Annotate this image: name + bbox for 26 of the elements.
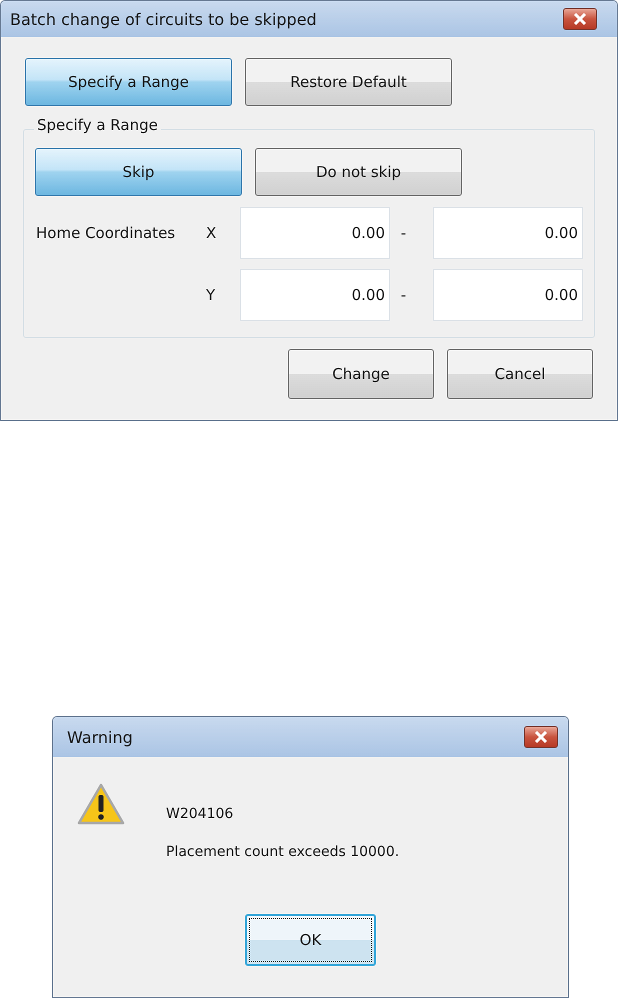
range-separator: - [400, 286, 408, 304]
dialog-button[interactable]: Do not skip [255, 148, 462, 196]
axis-label: Y [206, 286, 216, 304]
field-label: Home Coordinates [36, 224, 176, 242]
window-title: Batch change of circuits to be skipped [10, 10, 317, 28]
message-code: W204106 [166, 806, 234, 822]
dialog-button[interactable]: OK [245, 914, 376, 966]
window-title: Warning [67, 728, 133, 746]
dialog-button[interactable]: Cancel [447, 349, 593, 399]
close-button[interactable] [563, 8, 597, 30]
close-icon [534, 731, 548, 743]
input-field[interactable]: 0.00 [240, 269, 390, 321]
range-separator: - [400, 224, 408, 242]
input-field[interactable]: 0.00 [433, 269, 583, 321]
axis-label: X [206, 224, 218, 242]
dialog-button[interactable]: Specify a Range [25, 58, 232, 106]
dialog-button[interactable]: Change [288, 349, 434, 399]
dialog-button[interactable]: Skip [35, 148, 242, 196]
close-icon [573, 13, 587, 25]
close-button[interactable] [524, 726, 558, 748]
group-title: Specify a Range [34, 116, 161, 134]
dialog-button[interactable]: Restore Default [245, 58, 452, 106]
input-field[interactable]: 0.00 [240, 207, 390, 259]
warning-icon [77, 783, 125, 825]
message-text: Placement count exceeds 10000. [166, 844, 400, 860]
input-field[interactable]: 0.00 [433, 207, 583, 259]
